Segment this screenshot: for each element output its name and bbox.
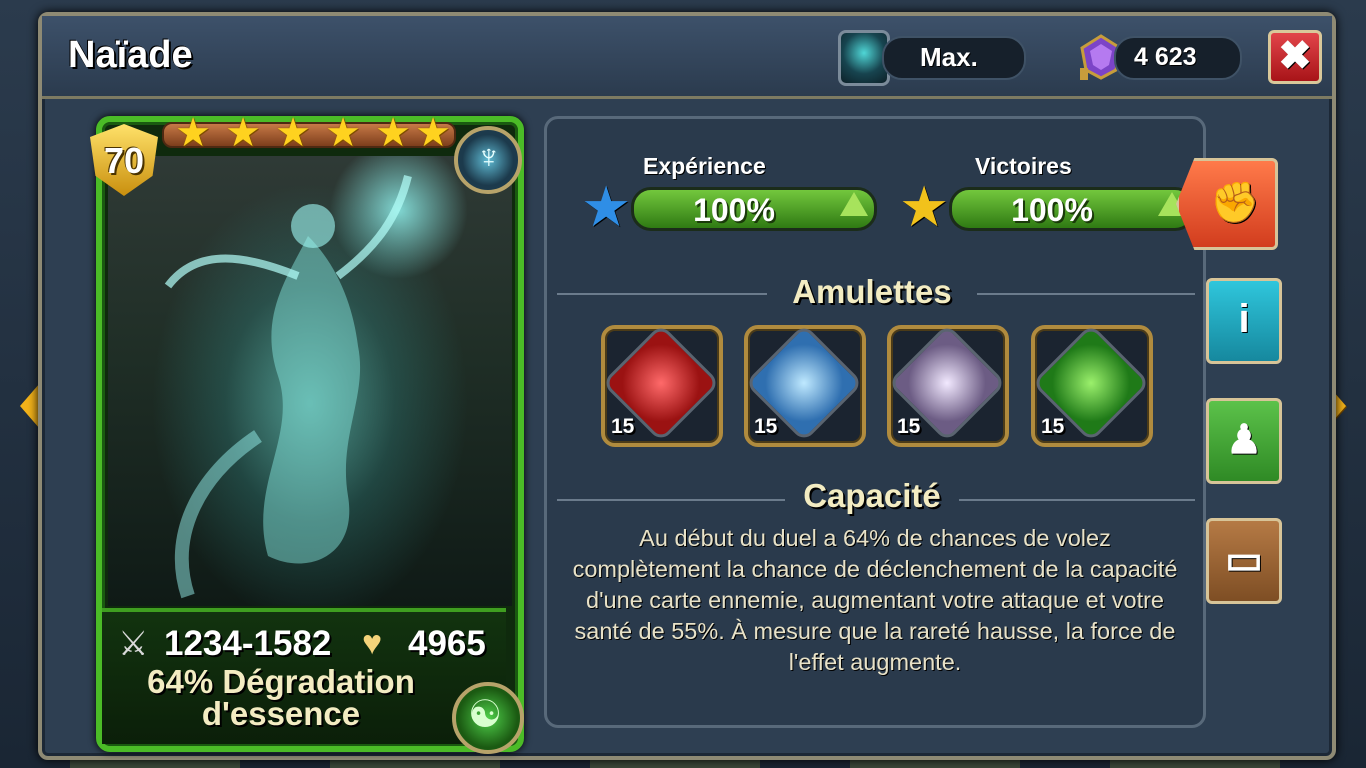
essence-label: Max. <box>920 42 978 72</box>
heart-icon: ♥ <box>362 624 383 662</box>
fight-button[interactable]: ✊ <box>1176 158 1278 250</box>
card-stats: ⚔ 1234-1582 ♥ 4965 64% Dégradation d'ess… <box>102 608 506 744</box>
experience-value: 100% <box>693 192 775 228</box>
book-icon: ▭ <box>1225 538 1263 582</box>
level-value: 70 <box>103 140 145 181</box>
victories-bar: 100% <box>949 187 1195 231</box>
swirl-icon: ☯ <box>468 694 503 736</box>
card-title: Naïade <box>68 34 193 76</box>
blue-star-icon: ★ <box>581 175 632 238</box>
amulet-slot-2[interactable]: 15 <box>744 323 866 447</box>
star-icon: ★ <box>325 111 361 155</box>
class-icon[interactable]: ♆ <box>454 126 522 194</box>
upgrade-arrow-icon[interactable] <box>840 192 868 216</box>
crossed-swords-icon: ⚔ <box>118 625 149 663</box>
card-artwork <box>108 156 512 606</box>
gems-value: 4 623 <box>1134 43 1197 71</box>
amulet-slot-1[interactable]: 15 <box>601 323 723 447</box>
ability-heading: Capacité <box>803 477 941 514</box>
info-icon: i <box>1238 297 1250 341</box>
victories-label: Victoires <box>975 153 1072 179</box>
character-card[interactable]: ★ ★ ★ ★ ★ ★ 70 ♆ ⚔ 1234-1582 ♥ 4965 64% … <box>90 113 524 754</box>
attack-value: 1234-1582 <box>164 624 332 663</box>
gold-star-icon: ★ <box>899 175 950 238</box>
amulet-slot-3[interactable]: 15 <box>887 323 1009 447</box>
info-pane: Expérience ★ 100% Victoires ★ 100% Amule… <box>544 116 1206 728</box>
star-icon: ★ <box>175 111 211 155</box>
amulet-level: 15 <box>897 415 921 438</box>
experience-bar: 100% <box>631 187 877 231</box>
lore-button[interactable]: ▭ <box>1206 518 1282 604</box>
experience-label: Expérience <box>643 153 766 179</box>
victories-value: 100% <box>1011 192 1093 228</box>
amulets-heading: Amulettes <box>792 273 952 310</box>
person-icon: ♟ <box>1226 418 1262 462</box>
naiad-figure <box>164 175 412 599</box>
health-value: 4965 <box>408 624 486 663</box>
fairy-icon: ♆ <box>476 138 502 176</box>
fist-icon: ✊ <box>1210 181 1260 225</box>
divider <box>959 499 1195 501</box>
ability-description: Au début du duel a 64% de chances de vol… <box>572 525 1178 675</box>
gems-pill: 4 623 <box>1114 36 1242 80</box>
star-bar: ★ ★ ★ ★ ★ ★ <box>162 113 456 153</box>
character-button[interactable]: ♟ <box>1206 398 1282 484</box>
info-button[interactable]: i <box>1206 278 1282 364</box>
star-icon: ★ <box>375 111 411 155</box>
amulet-slot-4[interactable]: 15 <box>1031 323 1153 447</box>
star-icon: ★ <box>275 111 311 155</box>
divider <box>977 293 1195 295</box>
card-ability-summary: 64% Dégradation d'essence <box>147 663 415 732</box>
close-button[interactable]: ✖ <box>1268 30 1322 84</box>
amulet-level: 15 <box>754 415 778 438</box>
essence-pill: Max. <box>882 36 1026 80</box>
amulet-level: 15 <box>1041 415 1065 438</box>
star-icon: ★ <box>415 111 451 155</box>
amulet-level: 15 <box>611 415 635 438</box>
card-details-panel: Naïade Max. 4 623 ✖ ★ ★ ★ ★ ★ ★ 70 ♆ ⚔ 1… <box>38 12 1336 760</box>
title-bar: Naïade Max. 4 623 ✖ <box>42 16 1332 99</box>
star-icon: ★ <box>225 111 261 155</box>
element-icon[interactable]: ☯ <box>452 682 524 754</box>
